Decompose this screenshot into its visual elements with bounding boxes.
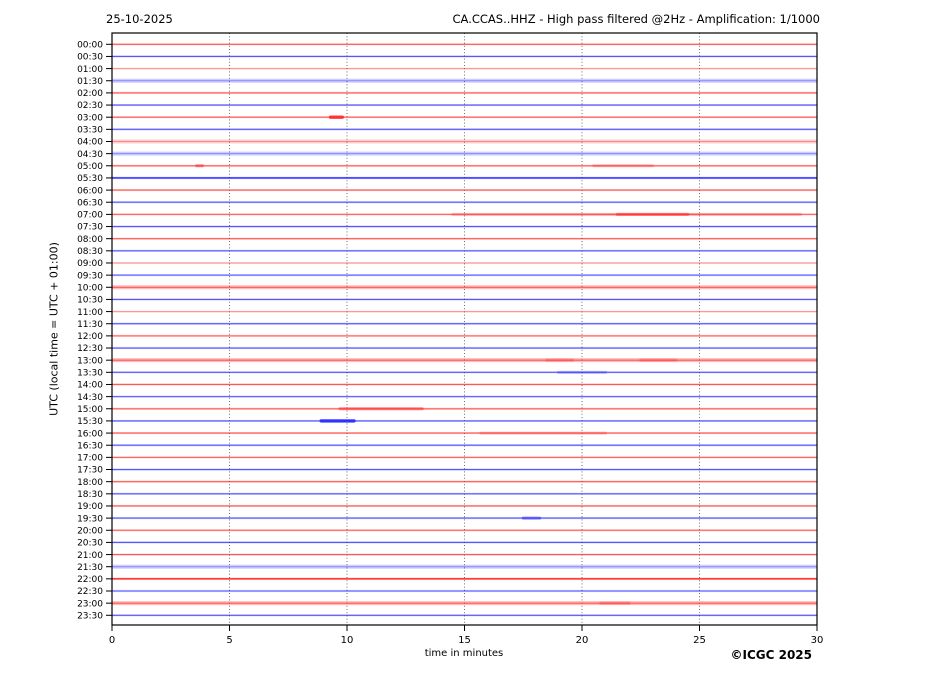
x-tick-label: 25 — [693, 635, 706, 646]
y-tick-label: 01:00 — [77, 65, 103, 75]
helicorder-figure: 25-10-2025 CA.CCAS..HHZ - High pass filt… — [0, 0, 927, 696]
y-tick-label: 02:30 — [77, 101, 103, 111]
y-tick-label: 10:30 — [77, 296, 103, 306]
y-tick-label: 04:00 — [77, 138, 103, 148]
y-tick-label: 06:30 — [77, 198, 103, 208]
y-tick-label: 20:30 — [77, 539, 103, 549]
y-tick-label: 04:30 — [77, 150, 103, 160]
y-tick-label: 05:00 — [77, 162, 103, 172]
y-tick-label: 19:30 — [77, 514, 103, 524]
y-tick-label: 03:30 — [77, 126, 103, 136]
x-axis-title: time in minutes — [425, 648, 504, 659]
y-tick-label: 08:00 — [77, 235, 103, 245]
y-tick-label: 21:00 — [77, 551, 103, 561]
y-tick-label: 20:00 — [77, 526, 103, 536]
y-tick-label: 15:30 — [77, 417, 103, 427]
y-tick-label: 03:00 — [77, 113, 103, 123]
y-tick-label: 15:00 — [77, 405, 103, 415]
y-tick-label: 23:00 — [77, 599, 103, 609]
y-tick-label: 14:30 — [77, 393, 103, 403]
y-tick-label: 07:00 — [77, 211, 103, 221]
y-tick-label: 09:30 — [77, 271, 103, 281]
y-tick-label: 08:30 — [77, 247, 103, 257]
y-tick-label: 18:30 — [77, 490, 103, 500]
helicorder-plot-area: 00:00 00:30 01:00 01:30 02:00 02:30 03:00 03:30… — [0, 0, 927, 696]
y-tick-label: 00:30 — [77, 53, 103, 63]
y-tick-label: 13:00 — [77, 356, 103, 366]
copyright-label: ©ICGC 2025 — [730, 648, 812, 662]
x-tick-label: 15 — [458, 635, 471, 646]
y-tick-label: 16:30 — [77, 441, 103, 451]
y-tick-label: 02:00 — [77, 89, 103, 99]
y-tick-label: 06:00 — [77, 186, 103, 196]
y-tick-label: 23:30 — [77, 612, 103, 622]
y-tick-label: 22:00 — [77, 575, 103, 585]
y-tick-label: 21:30 — [77, 563, 103, 573]
y-tick-label: 17:00 — [77, 454, 103, 464]
y-tick-label: 14:00 — [77, 381, 103, 391]
x-tick-label: 5 — [226, 635, 232, 646]
x-tick-label: 20 — [576, 635, 589, 646]
x-tick-label: 0 — [109, 635, 115, 646]
y-tick-label: 18:00 — [77, 478, 103, 488]
y-tick-label: 11:30 — [77, 320, 103, 330]
y-tick-label: 05:30 — [77, 174, 103, 184]
y-tick-label: 12:00 — [77, 332, 103, 342]
y-tick-label: 22:30 — [77, 587, 103, 597]
y-tick-label: 17:30 — [77, 466, 103, 476]
x-tick-label: 30 — [811, 635, 824, 646]
y-tick-label: 12:30 — [77, 344, 103, 354]
y-tick-label: 10:00 — [77, 283, 103, 293]
y-tick-label: 11:00 — [77, 308, 103, 318]
y-tick-label: 19:00 — [77, 502, 103, 512]
y-tick-label: 01:30 — [77, 77, 103, 87]
y-tick-label: 00:00 — [77, 41, 103, 51]
y-tick-label: 07:30 — [77, 223, 103, 233]
x-tick-label: 10 — [341, 635, 354, 646]
y-tick-label: 16:00 — [77, 429, 103, 439]
y-tick-label: 09:00 — [77, 259, 103, 269]
y-tick-label: 13:30 — [77, 369, 103, 379]
